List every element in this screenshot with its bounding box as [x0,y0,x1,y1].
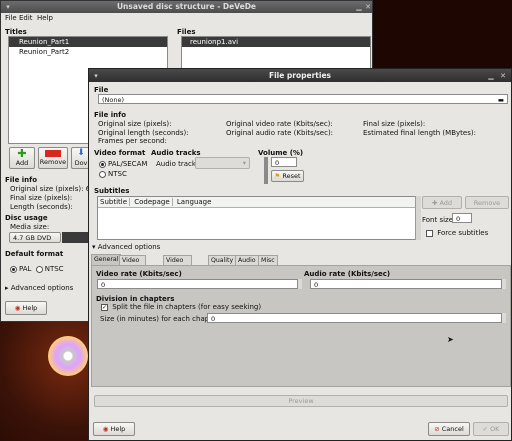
main-help-button[interactable]: ◉ Help [5,301,47,315]
main-window-title: Unsaved disc structure - DeVeDe [116,2,257,11]
remove-icon [45,150,61,157]
video-format-radios: PAL/SECAM NTSC [99,159,147,179]
audio-rate-input[interactable]: 0 [310,279,506,289]
dialog-advanced-expander[interactable]: ▾ Advanced options [92,243,160,251]
help-icon: ◉ [14,304,21,312]
chapter-size-input[interactable]: 0 [207,313,506,323]
check-icon: ✓ [482,425,488,433]
reset-icon: ⚑ [274,172,281,180]
pal-secam-radio[interactable]: PAL/SECAM [99,159,147,169]
file-heading: File [94,86,109,94]
preview-button[interactable]: Preview [94,395,508,407]
help-icon: ◉ [102,425,109,433]
division-chapters-label: Division in chapters [96,295,175,303]
mouse-cursor-icon: ➤ [447,335,454,344]
dropdown-arrow-icon: ▾ [242,159,246,167]
minimize-icon[interactable]: ▁ [355,3,363,11]
dvd-logo-icon [48,336,88,376]
audio-tracks-heading: Audio tracks [151,149,201,157]
close-icon[interactable]: ✕ [364,3,372,11]
video-rate-spinner[interactable] [297,279,302,289]
menu-edit[interactable]: Edit [19,13,33,24]
general-tab-panel: Video rate (Kbits/sec) 0 Audio rate (Kbi… [91,265,511,387]
force-subtitles-checkbox[interactable]: Force subtitles [426,229,488,237]
menu-help[interactable]: Help [37,13,53,24]
cancel-button[interactable]: ⊘ Cancel [428,422,470,436]
subtitles-table-header: Subtitle Codepage Language [98,197,420,208]
subtitles-table[interactable]: Subtitle Codepage Language [97,196,421,240]
ok-button[interactable]: ✓ OK [473,422,509,436]
dialog-minimize-icon[interactable]: ▁ [487,72,495,80]
remove-subtitle-button[interactable]: Remove [465,196,509,209]
file-info-col2: Original video rate (Kbits/sec): Origina… [226,120,334,137]
dialog-file-info-heading: File info [94,111,127,119]
file-info-col3: Final size (pixels): Estimated final len… [363,120,476,137]
media-size-label: Media size: [10,223,50,231]
column-codepage[interactable]: Codepage [132,198,173,206]
reset-volume-button[interactable]: ⚑ Reset [271,170,304,182]
file-chooser[interactable]: (None) ▬ [98,94,508,104]
ntsc-radio[interactable]: NTSC [35,265,64,273]
cancel-icon: ⊘ [434,425,440,433]
subtitles-scrollbar[interactable] [415,196,421,240]
volume-heading: Volume (%) [258,149,304,157]
main-window-titlebar: Unsaved disc structure - DeVeDe [1,1,372,13]
dialog-menu-icon[interactable]: ▾ [92,72,100,80]
main-file-info-heading: File info [5,176,38,184]
folder-icon: ▬ [497,96,504,104]
file-info-col1: Original size (pixels): Original length … [98,120,189,145]
chapter-size-spinner[interactable] [501,313,506,323]
audio-rate-label: Audio rate (Kbits/sec) [304,270,391,278]
titles-heading: Titles [5,28,27,36]
dialog-title: File properties [268,71,332,80]
expander-arrow-down-icon: ▾ [92,243,96,251]
menu-file[interactable]: File [5,13,17,24]
video-format-heading: Video format [94,149,146,157]
column-language[interactable]: Language [175,198,214,206]
menu-bar: File Edit Help [1,13,372,24]
dialog-close-icon[interactable]: ✕ [499,72,507,80]
main-advanced-expander[interactable]: ▸ Advanced options [5,284,73,292]
subtitles-heading: Subtitles [94,187,130,195]
ntsc-radio-dialog[interactable]: NTSC [99,169,147,179]
add-subtitle-button[interactable]: ✚ Add [422,196,462,209]
add-icon: ✚ [431,199,438,207]
video-rate-label: Video rate (Kbits/sec) [96,270,182,278]
window-menu-icon[interactable]: ▾ [4,3,12,11]
add-icon: ✚ [17,147,27,160]
pal-radio[interactable]: PAL [10,265,31,273]
split-chapters-checkbox[interactable]: ✓ Split the file in chapters (for easy s… [101,303,261,311]
dialog-titlebar: File properties [89,69,511,82]
audio-track-select[interactable]: ▾ [195,157,250,169]
volume-scrollbar[interactable] [264,157,268,184]
list-item[interactable]: Reunion_Part1 [9,37,167,47]
audio-rate-spinner[interactable] [501,279,506,289]
default-format-heading: Default format [5,250,64,258]
font-size-input[interactable]: 0 [452,213,472,223]
remove-title-button[interactable]: Remove [38,147,68,169]
font-size-label: Font size: [422,216,456,224]
audio-track-label: Audio track: [156,160,199,168]
dialog-help-button[interactable]: ◉ Help [93,422,135,436]
chapter-size-label: Size (in minutes) for each chapter [100,315,220,323]
disc-usage-heading: Disc usage [5,214,48,222]
volume-input[interactable]: 0 [271,157,297,167]
list-item[interactable]: Reunion_Part2 [9,47,167,57]
add-title-button[interactable]: ✚ Add [9,147,35,169]
default-format-radios: PAL NTSC [10,265,64,273]
video-rate-input[interactable]: 0 [97,279,302,289]
disc-usage-bar [62,232,88,243]
files-heading: Files [177,28,196,36]
expander-arrow-icon: ▸ [5,284,9,292]
list-item[interactable]: reunionp1.avi [182,37,370,47]
file-properties-dialog: File properties ▾ ▁ ✕ File (None) ▬ File… [88,68,512,441]
media-size-select[interactable]: 4.7 GB DVD [9,232,61,243]
column-subtitle[interactable]: Subtitle [98,198,131,206]
